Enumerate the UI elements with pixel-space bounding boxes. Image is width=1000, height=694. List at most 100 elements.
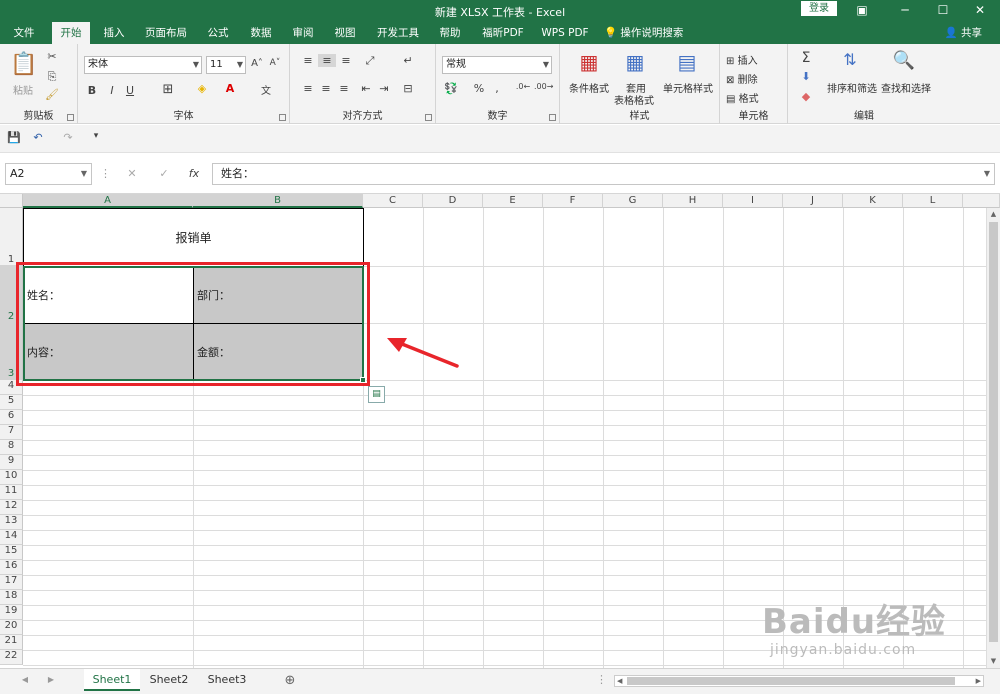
font-size-select[interactable]: 11 ▼ xyxy=(206,56,246,74)
tab-data[interactable]: 数据 xyxy=(243,22,279,44)
conditional-format-button[interactable]: 条件格式 xyxy=(564,80,614,95)
merge-center-icon[interactable]: ⊟ xyxy=(400,82,416,95)
tab-home[interactable]: 开始 xyxy=(52,22,90,44)
row-header-6[interactable]: 6 xyxy=(0,410,23,425)
row-header-3[interactable]: 3 xyxy=(0,323,23,380)
column-header-b[interactable]: B xyxy=(193,194,363,208)
row-header-15[interactable]: 15 xyxy=(0,545,23,560)
number-format-select[interactable]: 常规 ▼ xyxy=(442,56,552,74)
close-icon[interactable]: ✕ xyxy=(965,0,995,22)
format-cells-button[interactable]: ▤ 格式 xyxy=(726,90,784,105)
customize-qat-icon[interactable]: ▾ xyxy=(90,131,102,141)
align-bottom-icon[interactable]: ≡ xyxy=(338,54,354,67)
format-as-table-icon[interactable]: ▦ xyxy=(622,50,648,74)
column-header-j[interactable]: J xyxy=(783,194,843,208)
sheet-splitter-icon[interactable]: ⋮ xyxy=(596,673,607,686)
align-top-icon[interactable]: ≡ xyxy=(300,54,316,67)
conditional-format-icon[interactable]: ▦ xyxy=(576,50,602,74)
accounting-icon[interactable]: 💱 xyxy=(442,82,460,95)
tell-me-search[interactable]: 💡 操作说明搜索 xyxy=(604,22,700,44)
tab-foxit-pdf[interactable]: 福昕PDF xyxy=(476,22,530,44)
alignment-launcher-icon[interactable] xyxy=(425,114,432,121)
row-header-20[interactable]: 20 xyxy=(0,620,23,635)
format-painter-icon[interactable]: 🖌 xyxy=(44,88,60,101)
column-header-k[interactable]: K xyxy=(843,194,903,208)
percent-button[interactable]: % xyxy=(472,82,486,95)
cell-a1-title[interactable]: 报销单 xyxy=(23,208,364,267)
scroll-down-icon[interactable]: ▼ xyxy=(987,655,1000,668)
cell-a2[interactable]: 姓名： xyxy=(23,266,194,324)
tab-insert[interactable]: 插入 xyxy=(96,22,132,44)
comma-icon[interactable]: , xyxy=(490,82,504,95)
worksheet-grid[interactable]: A B C D E F G H I J K L 1 2 3 4 5 6 7 8 … xyxy=(0,194,1000,668)
increase-indent-icon[interactable]: ⇥ xyxy=(376,82,392,95)
row-header-21[interactable]: 21 xyxy=(0,635,23,650)
column-header-d[interactable]: D xyxy=(423,194,483,208)
save-icon[interactable]: 💾 xyxy=(6,131,22,144)
bold-button[interactable]: B xyxy=(86,84,98,97)
tab-wps-pdf[interactable]: WPS PDF xyxy=(537,22,593,44)
sheet-tab-3[interactable]: Sheet3 xyxy=(200,669,254,691)
paste-button[interactable]: 粘贴 xyxy=(10,82,36,97)
cell-styles-icon[interactable]: ▤ xyxy=(674,50,700,74)
row-header-13[interactable]: 13 xyxy=(0,515,23,530)
cell-styles-button[interactable]: 单元格样式 xyxy=(660,80,716,95)
row-header-22[interactable]: 22 xyxy=(0,650,23,665)
find-select-button[interactable]: 查找和选择 xyxy=(878,80,934,95)
row-header-8[interactable]: 8 xyxy=(0,440,23,455)
font-color-icon[interactable]: A xyxy=(222,82,238,95)
borders-icon[interactable]: ⊞ xyxy=(160,82,176,97)
cell-b3[interactable]: 金额： xyxy=(193,323,364,381)
share-button[interactable]: 👤 共享 xyxy=(945,22,982,44)
tab-page-layout[interactable]: 页面布局 xyxy=(140,22,192,44)
insert-function-button[interactable]: fx xyxy=(186,167,202,180)
tab-help[interactable]: 帮助 xyxy=(432,22,468,44)
row-header-5[interactable]: 5 xyxy=(0,395,23,410)
italic-button[interactable]: I xyxy=(106,84,118,97)
cell-a3[interactable]: 内容： xyxy=(23,323,194,381)
cancel-edit-icon[interactable]: ✕ xyxy=(124,167,140,180)
increase-font-icon[interactable]: A˄ xyxy=(250,58,264,69)
scrollbar-thumb[interactable] xyxy=(989,222,998,642)
wrap-text-icon[interactable]: ↵ xyxy=(400,54,416,67)
column-header-a[interactable]: A xyxy=(23,194,193,208)
cut-icon[interactable]: ✂ xyxy=(44,50,60,63)
formula-input[interactable]: 姓名： ▼ xyxy=(212,163,995,185)
sheet-tab-2[interactable]: Sheet2 xyxy=(142,669,196,691)
tab-review[interactable]: 审阅 xyxy=(285,22,321,44)
column-header-l[interactable]: L xyxy=(903,194,963,208)
row-header-10[interactable]: 10 xyxy=(0,470,23,485)
number-launcher-icon[interactable] xyxy=(549,114,556,121)
align-right-icon[interactable]: ≡ xyxy=(336,82,352,95)
format-as-table-label-2[interactable]: 表格格式 xyxy=(608,92,660,107)
decrease-indent-icon[interactable]: ⇤ xyxy=(358,82,374,95)
row-header-14[interactable]: 14 xyxy=(0,530,23,545)
font-launcher-icon[interactable] xyxy=(279,114,286,121)
clipboard-launcher-icon[interactable] xyxy=(67,114,74,121)
row-header-2[interactable]: 2 xyxy=(0,266,23,323)
minimize-icon[interactable]: ─ xyxy=(890,0,920,22)
add-sheet-icon[interactable]: ⊕ xyxy=(282,673,298,688)
tab-file[interactable]: 文件 xyxy=(6,22,42,44)
underline-button[interactable]: U xyxy=(124,84,136,97)
align-center-icon[interactable]: ≡ xyxy=(318,82,334,95)
row-header-9[interactable]: 9 xyxy=(0,455,23,470)
column-header-g[interactable]: G xyxy=(603,194,663,208)
quick-analysis-icon[interactable]: ▤ xyxy=(368,386,385,403)
row-header-11[interactable]: 11 xyxy=(0,485,23,500)
name-box[interactable]: A2 ▼ xyxy=(5,163,92,185)
next-sheet-icon[interactable]: ▶ xyxy=(46,675,56,684)
row-header-18[interactable]: 18 xyxy=(0,590,23,605)
column-header-e[interactable]: E xyxy=(483,194,543,208)
tab-view[interactable]: 视图 xyxy=(327,22,363,44)
sort-filter-icon[interactable]: ⇅ xyxy=(838,50,862,69)
sheet-tab-1[interactable]: Sheet1 xyxy=(84,669,140,691)
sort-filter-button[interactable]: 排序和筛选 xyxy=(824,80,880,95)
increase-decimal-icon[interactable]: .0← xyxy=(514,82,532,91)
row-header-17[interactable]: 17 xyxy=(0,575,23,590)
fill-handle[interactable] xyxy=(360,377,366,383)
undo-icon[interactable]: ↶ xyxy=(30,131,46,144)
scroll-right-icon[interactable]: ▶ xyxy=(976,676,981,686)
orientation-icon[interactable]: ⤢ xyxy=(360,54,380,68)
column-header-m[interactable] xyxy=(963,194,1000,208)
